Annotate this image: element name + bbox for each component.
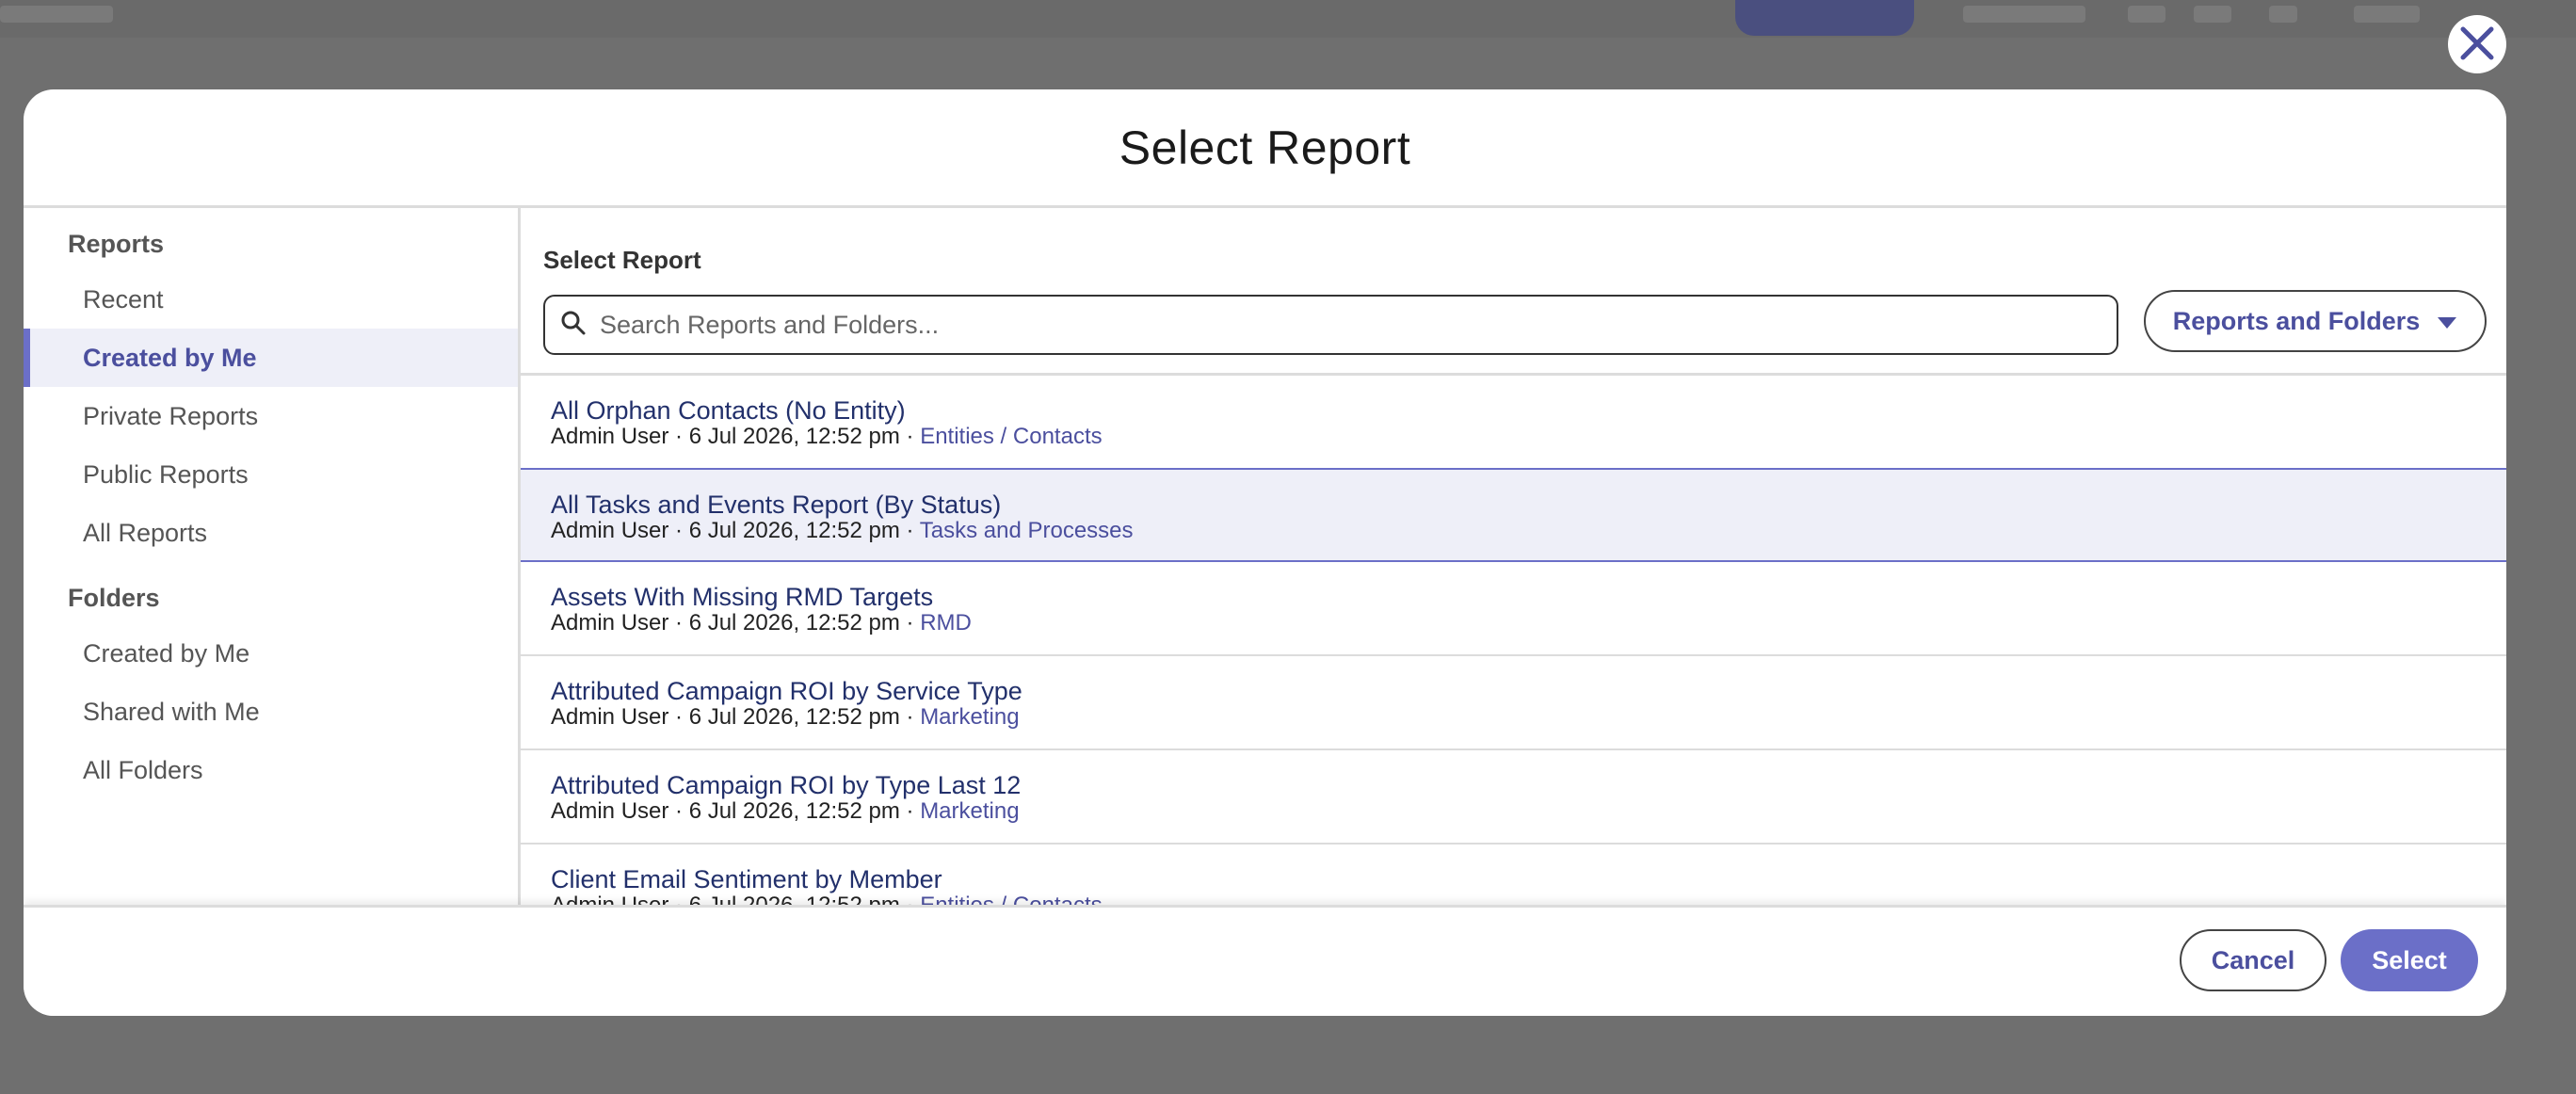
sidebar-item-recent[interactable]: Recent [24,270,518,329]
reports-and-folders-dropdown[interactable]: Reports and Folders [2144,290,2487,352]
search-area: Select Report Reports and Folders [521,208,2506,376]
background-primary-button [1735,0,1914,36]
background-toolbar-item [1963,6,2085,23]
search-input[interactable] [600,310,2117,340]
report-meta-text: Admin User · 6 Jul 2026, 12:52 pm · [551,893,920,906]
modal-body: Reports Recent Created by Me Private Rep… [24,208,2506,905]
report-category: Marketing [920,798,1020,824]
report-meta: Admin User · 6 Jul 2026, 12:52 pm · Mark… [551,799,2506,824]
close-x-icon [2457,24,2497,66]
sidebar-item-shared-with-me[interactable]: Shared with Me [24,683,518,741]
caret-down-icon [2437,307,2457,336]
sidebar-item-created-by-me[interactable]: Created by Me [24,329,518,387]
sidebar-item-private-reports[interactable]: Private Reports [24,387,518,445]
search-box[interactable] [543,295,2118,355]
report-category: Entities / Contacts [920,893,1102,906]
background-app-title [0,6,113,23]
modal-header: Select Report [24,89,2506,208]
report-meta: Admin User · 6 Jul 2026, 12:52 pm · RMD [551,611,2506,635]
sidebar-item-folders-created-by-me[interactable]: Created by Me [24,624,518,683]
report-meta-text: Admin User · 6 Jul 2026, 12:52 pm · [551,610,921,635]
background-app-header [0,0,2576,38]
section-label: Select Report [543,246,701,274]
report-meta: Admin User · 6 Jul 2026, 12:52 pm · Task… [551,519,2506,543]
report-meta: Admin User · 6 Jul 2026, 12:52 pm · Mark… [551,705,2506,730]
report-row[interactable]: Assets With Missing RMD Targets Admin Us… [521,562,2506,656]
report-category: RMD [920,610,972,635]
sidebar-item-public-reports[interactable]: Public Reports [24,445,518,504]
report-meta: Admin User · 6 Jul 2026, 12:52 pm · Enti… [551,425,2506,449]
close-modal-button[interactable] [2448,15,2506,73]
sidebar-item-all-reports[interactable]: All Reports [24,504,518,562]
report-meta: Admin User · 6 Jul 2026, 12:52 pm · Enti… [551,893,2506,906]
report-meta-text: Admin User · 6 Jul 2026, 12:52 pm · [551,424,921,449]
report-meta-text: Admin User · 6 Jul 2026, 12:52 pm · [551,798,921,824]
modal-footer: Cancel Select [24,905,2506,1016]
modal-title: Select Report [1119,121,1411,174]
report-title: Attributed Campaign ROI by Service Type [551,677,1022,705]
report-title: Attributed Campaign ROI by Type Last 12 [551,771,1022,799]
background-toolbar-item [2194,6,2231,23]
report-picker-main: Select Report Reports and Folders All O [521,208,2506,905]
sidebar-heading-reports: Reports [68,230,165,258]
select-report-modal: Select Report Reports Recent Created by … [24,89,2506,1016]
report-row-selected[interactable]: All Tasks and Events Report (By Status) … [521,468,2506,562]
report-row[interactable]: Attributed Campaign ROI by Service Type … [521,656,2506,750]
report-list: All Orphan Contacts (No Entity) Admin Us… [521,376,2506,905]
report-row[interactable]: Attributed Campaign ROI by Type Last 12 … [521,750,2506,845]
cancel-button[interactable]: Cancel [2180,929,2326,991]
report-title: All Tasks and Events Report (By Status) [551,491,1002,519]
select-button[interactable]: Select [2341,929,2478,991]
report-row[interactable]: Client Email Sentiment by Member Admin U… [521,845,2506,905]
background-toolbar-item [2354,6,2420,23]
report-sidebar: Reports Recent Created by Me Private Rep… [24,208,521,905]
report-category: Tasks and Processes [919,518,1134,543]
report-category: Marketing [920,704,1020,730]
sidebar-heading-folders: Folders [68,584,160,612]
background-toolbar-item [2269,6,2297,23]
filter-label: Reports and Folders [2172,306,2421,335]
report-title: All Orphan Contacts (No Entity) [551,396,906,425]
background-toolbar-item [2128,6,2165,23]
report-meta-text: Admin User · 6 Jul 2026, 12:52 pm · [551,704,921,730]
search-icon [560,310,587,341]
report-category: Entities / Contacts [920,424,1103,449]
report-title: Client Email Sentiment by Member [551,865,942,893]
report-title: Assets With Missing RMD Targets [551,583,934,611]
report-row[interactable]: All Orphan Contacts (No Entity) Admin Us… [521,376,2506,470]
sidebar-item-all-folders[interactable]: All Folders [24,741,518,799]
report-meta-text: Admin User · 6 Jul 2026, 12:52 pm · [551,518,920,543]
